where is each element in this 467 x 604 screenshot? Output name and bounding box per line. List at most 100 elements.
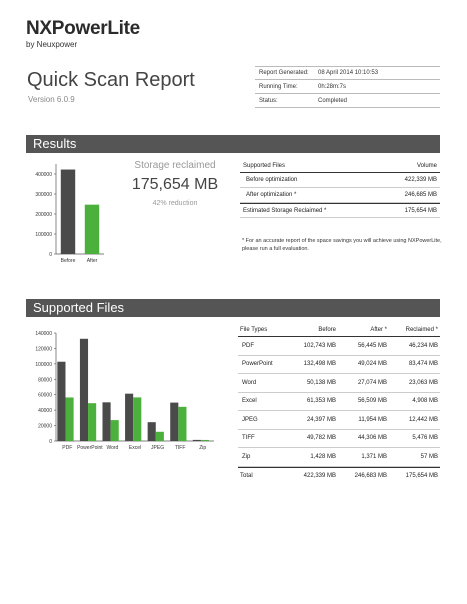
cell-reclaimed: 83,474 MB <box>408 361 438 368</box>
cell-after: 11,954 MB <box>358 416 387 423</box>
bar-zip-before <box>192 439 201 441</box>
x-tick-label: After <box>87 258 98 264</box>
bar-tiff-before <box>170 402 179 441</box>
meta-value: Completed <box>318 97 348 104</box>
x-tick-label: Before <box>61 258 76 264</box>
cell-reclaimed: 57 MB <box>420 453 438 460</box>
table-total-row: Total 422,339 MB 246,683 MB 175,654 MB <box>238 466 440 486</box>
y-tick-label: 0 <box>49 252 52 258</box>
cell-type: TIFF <box>242 435 255 442</box>
y-tick-label: 100000 <box>35 362 52 368</box>
cell-after: 27,074 MB <box>357 379 387 386</box>
summary-header-row: Supported Files Volume <box>240 160 440 173</box>
x-tick-label: JPEG <box>151 445 164 451</box>
bar-pdf-after <box>65 397 74 441</box>
y-tick-label: 0 <box>49 439 52 445</box>
summary-row-label: Before optimization <box>246 177 298 183</box>
cell-reclaimed: 46,234 MB <box>408 342 438 349</box>
col-reclaimed: Reclaimed * <box>405 326 438 333</box>
cell-type: Zip <box>242 453 251 460</box>
col-file-types: File Types <box>240 326 268 333</box>
y-tick-label: 400000 <box>35 172 52 178</box>
y-tick-label: 40000 <box>38 408 52 414</box>
x-tick-label: TIFF <box>175 445 186 451</box>
y-tick-label: 80000 <box>38 377 52 383</box>
x-tick-label: Excel <box>129 445 141 451</box>
y-tick-label: 20000 <box>38 424 52 430</box>
cell-type: PDF <box>242 342 254 349</box>
reduction-percent: 42% reduction <box>152 200 198 207</box>
file-types-table: File Types Before After * Reclaimed * PD… <box>238 323 440 485</box>
table-row: TIFF 49,782 MB 44,306 MB 5,476 MB <box>238 430 440 448</box>
bar-zip-after <box>200 439 210 441</box>
bar-jpeg-after <box>155 431 164 441</box>
report-title: Quick Scan Report <box>27 69 195 91</box>
bar-excel-before <box>125 393 134 441</box>
y-tick-label: 100000 <box>35 232 52 238</box>
col-after: After * <box>370 326 387 333</box>
summary-col-files: Supported Files <box>243 163 286 169</box>
bar-excel-after <box>133 397 142 441</box>
file-types-header-row: File Types Before After * Reclaimed * <box>238 323 440 337</box>
results-section-header: Results <box>26 135 440 153</box>
bar-pdf-before <box>57 361 66 441</box>
x-tick-label: PDF <box>62 445 72 451</box>
summary-table: Supported Files Volume Before optimizati… <box>240 160 440 218</box>
table-row: JPEG 24,397 MB 11,954 MB 12,442 MB <box>238 411 440 430</box>
y-tick-label: 200000 <box>35 212 52 218</box>
cell-before: 1,428 MB <box>310 453 336 460</box>
cell-before: 61,353 MB <box>306 398 336 405</box>
cell-reclaimed: 23,063 MB <box>408 379 438 386</box>
footnote: * For an accurate report of the space sa… <box>242 238 442 252</box>
cell-after: 49,024 MB <box>357 361 387 368</box>
report-meta-table: Report Generated: 08 April 2014 10:10:53… <box>255 66 440 108</box>
table-row: PowerPoint 132,498 MB 49,024 MB 83,474 M… <box>238 356 440 374</box>
y-tick-label: 120000 <box>35 346 52 352</box>
meta-row-status: Status: Completed <box>255 94 440 108</box>
summary-row-total: Estimated Storage Reclaimed * 175,654 MB <box>240 203 440 218</box>
storage-chart: 0 100000 200000 300000 400000 Before After <box>35 164 104 264</box>
cell-reclaimed: 4,908 MB <box>412 398 438 405</box>
supported-files-section-header: Supported Files <box>26 299 440 317</box>
summary-row-value: 422,339 MB <box>404 177 437 183</box>
meta-label: Status: <box>259 97 278 104</box>
cell-before: 49,782 MB <box>306 435 336 442</box>
meta-label: Running Time: <box>259 83 298 90</box>
bar-word-before <box>102 402 111 441</box>
summary-row-label: After optimization * <box>246 192 297 198</box>
table-row: PDF 102,743 MB 56,445 MB 46,234 MB <box>238 337 440 356</box>
cell-total-reclaimed: 175,654 MB <box>405 473 438 480</box>
summary-col-volume: Volume <box>416 163 437 169</box>
meta-row-generated: Report Generated: 08 April 2014 10:10:53 <box>255 66 440 80</box>
storage-reclaimed-label: Storage reclaimed <box>134 160 216 171</box>
cell-after: 44,306 MB <box>357 435 387 442</box>
file-types-chart: 0 20000 40000 60000 80000 100000 120000 140000 P… <box>35 331 214 451</box>
summary-total-value: 175,654 MB <box>404 207 437 214</box>
cell-after: 1,371 MB <box>361 453 387 460</box>
table-row: Word 50,138 MB 27,074 MB 23,063 MB <box>238 374 440 393</box>
cell-reclaimed: 12,442 MB <box>408 416 438 423</box>
bar-jpeg-before <box>147 422 156 441</box>
x-tick-label: PowerPoint <box>77 445 103 451</box>
cell-type: Word <box>242 379 257 386</box>
summary-total-label: Estimated Storage Reclaimed * <box>243 207 327 214</box>
cell-reclaimed: 5,476 MB <box>412 435 438 442</box>
bar-powerpoint-before <box>79 338 89 441</box>
meta-value: 08 April 2014 10:10:53 <box>318 70 379 76</box>
summary-row-before: Before optimization 422,339 MB <box>240 173 440 188</box>
cell-total-before: 422,339 MB <box>303 473 336 480</box>
meta-label: Report Generated: <box>259 70 309 76</box>
y-tick-label: 60000 <box>38 393 52 399</box>
x-tick-label: Zip <box>199 445 206 451</box>
logo-byline: by Neuxpower <box>26 40 78 49</box>
cell-type: JPEG <box>242 416 258 423</box>
summary-row-value: 246,685 MB <box>404 192 437 198</box>
logo-name: NXPowerLite <box>26 18 140 39</box>
cell-after: 56,445 MB <box>357 342 387 349</box>
version-label: Version 6.0.9 <box>28 95 75 104</box>
cell-before: 102,743 MB <box>303 342 336 349</box>
cell-after: 56,509 MB <box>357 398 387 405</box>
summary-row-after: After optimization * 246,685 MB <box>240 188 440 203</box>
y-tick-label: 140000 <box>35 331 52 337</box>
logo: NXPowerLite by Neuxpower <box>26 18 140 49</box>
